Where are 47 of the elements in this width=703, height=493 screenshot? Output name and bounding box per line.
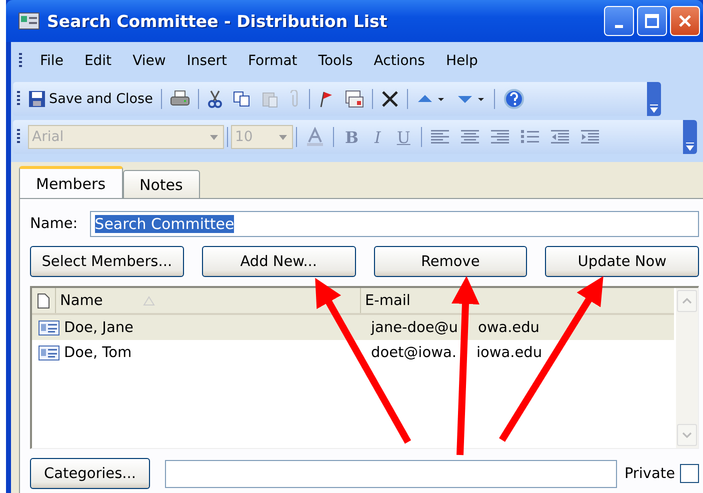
name-label: Name:: [30, 216, 78, 232]
menu-item[interactable]: Tools: [308, 53, 364, 69]
action-button[interactable]: Update Now: [545, 246, 699, 277]
email-fragment: owa.edu: [478, 320, 540, 336]
menu-item[interactable]: File: [30, 53, 74, 69]
overflow-icon[interactable]: [647, 82, 661, 116]
action-button[interactable]: Remove: [374, 246, 528, 277]
categories-field[interactable]: [165, 460, 618, 488]
email-fragment: doet@iowa.: [371, 344, 456, 360]
tab[interactable]: Members: [19, 166, 123, 198]
close-icon: [677, 13, 693, 29]
email-fragment: jane-doe@u: [371, 320, 458, 336]
contact-name: Doe, Jane: [64, 320, 134, 336]
menu-item[interactable]: Format: [238, 53, 308, 69]
minimize-button[interactable]: [604, 6, 634, 36]
list-row[interactable]: Doe, Jane jane-doe@u owa.edu: [32, 315, 674, 340]
dropdown-arrow-icon: [279, 134, 287, 140]
window-title: Search Committee - Distribution List: [47, 12, 388, 30]
private-checkbox[interactable]: [680, 464, 699, 483]
menu-item[interactable]: Insert: [176, 53, 238, 69]
contact-name: Doe, Tom: [64, 344, 133, 360]
save-icon: [28, 90, 46, 108]
dropdown-arrow-icon: [210, 134, 218, 140]
action-button[interactable]: Select Members...: [30, 246, 184, 277]
save-and-close-button[interactable]: Save and Close: [28, 85, 158, 113]
menu-item[interactable]: Help: [436, 53, 489, 69]
contact-card-icon: [38, 320, 60, 336]
categories-button[interactable]: Categories...: [30, 458, 150, 489]
private-label: Private: [624, 466, 675, 482]
menu-item[interactable]: Edit: [74, 53, 123, 69]
column-header[interactable]: Name: [56, 288, 361, 313]
menu-item[interactable]: Actions: [364, 53, 436, 69]
maximize-icon: [644, 13, 660, 29]
email-fragment: iowa.edu: [476, 344, 542, 360]
tab[interactable]: Notes: [122, 170, 200, 198]
name-field[interactable]: Search Committee: [90, 211, 699, 237]
contact-card-icon: [38, 344, 60, 360]
document-icon: [37, 292, 50, 308]
action-button[interactable]: Add New...: [202, 246, 356, 277]
list-icon: [18, 12, 40, 30]
list-row[interactable]: Doe, Tom doet@iowa. iowa.edu: [32, 340, 674, 365]
minimize-icon: [615, 24, 623, 28]
maximize-button[interactable]: [637, 6, 667, 36]
close-button[interactable]: [670, 6, 700, 36]
sort-ascending-icon: [142, 296, 155, 306]
menu-item[interactable]: View: [122, 53, 177, 69]
column-header[interactable]: E-mail: [361, 288, 674, 313]
